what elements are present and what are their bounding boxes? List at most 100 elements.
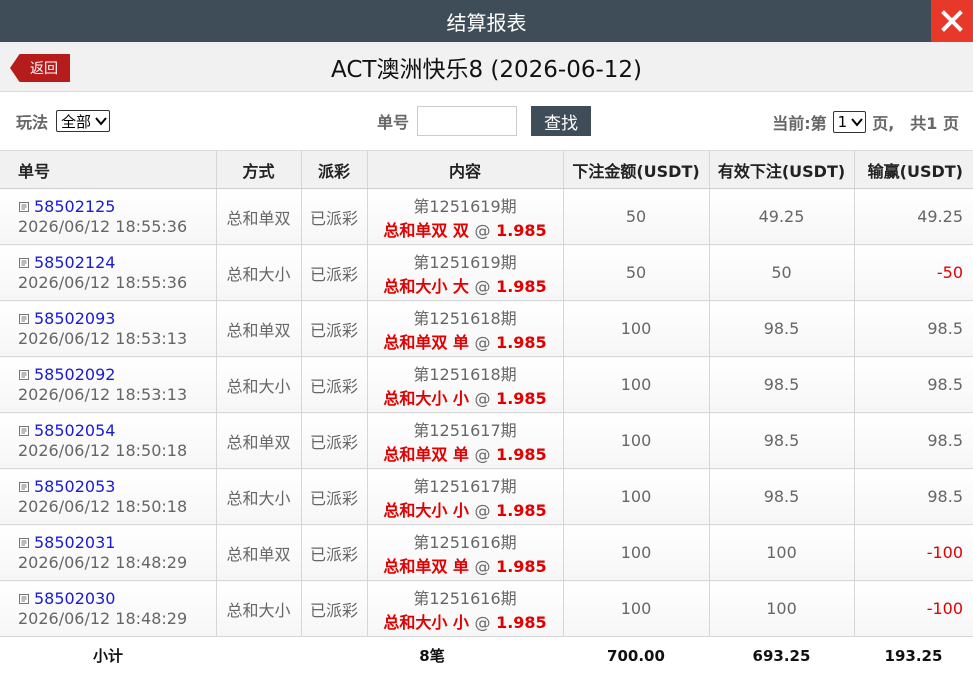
play-select-value: 全部 <box>61 112 92 131</box>
bet-amount-cell: 100 <box>563 300 710 357</box>
issue-number: 第1251617期 <box>413 420 517 440</box>
page-select[interactable]: 1 <box>832 111 867 133</box>
method-cell: 总和大小 <box>216 580 302 637</box>
method-cell: 总和单双 <box>216 524 302 581</box>
summary-amount: 700.00 <box>563 636 709 673</box>
bet-selection: 总和大小 小 <box>383 500 469 520</box>
play-filter: 玩法 全部 <box>16 109 111 133</box>
order-time: 2026/06/12 18:48:29 <box>18 609 188 628</box>
order-link[interactable]: 58502031 <box>18 533 216 552</box>
issue-number: 第1251616期 <box>413 588 517 608</box>
payout-status-cell: 已派彩 <box>301 412 368 469</box>
bet-amount-cell: 100 <box>563 468 710 525</box>
search-button[interactable]: 查找 <box>531 106 592 136</box>
order-time: 2026/06/12 18:50:18 <box>18 497 188 516</box>
payout-status-cell: 已派彩 <box>301 580 368 637</box>
method-cell: 总和单双 <box>216 188 302 245</box>
order-link[interactable]: 58502124 <box>18 253 216 272</box>
order-time: 2026/06/12 18:50:18 <box>18 441 188 460</box>
column-header-win-loss: 输赢(USDT) <box>854 150 973 189</box>
page-select-value: 1 <box>837 113 848 131</box>
odds-at: @ <box>474 500 491 520</box>
total-pages-label: 共1 页 <box>910 114 959 133</box>
order-time: 2026/06/12 18:53:13 <box>18 385 188 404</box>
back-button[interactable]: 返回 <box>10 54 70 82</box>
payout-status-cell: 已派彩 <box>301 300 368 357</box>
order-cell: 58502030 2026/06/12 18:48:29 <box>0 580 217 637</box>
current-page-label: 当前:第 <box>772 114 827 133</box>
order-link[interactable]: 58502092 <box>18 365 216 384</box>
order-link[interactable]: 58502030 <box>18 589 216 608</box>
odds-value: 1.985 <box>496 332 547 352</box>
valid-bet-cell: 98.5 <box>709 468 855 525</box>
content-cell: 第1251618期 总和大小 小 @ 1.985 <box>367 356 564 413</box>
payout-status-cell: 已派彩 <box>301 524 368 581</box>
content-cell: 第1251616期 总和单双 单 @ 1.985 <box>367 524 564 581</box>
issue-number: 第1251619期 <box>413 196 517 216</box>
order-time: 2026/06/12 18:55:36 <box>18 273 188 292</box>
order-search-label: 单号 <box>377 113 410 132</box>
method-cell: 总和大小 <box>216 356 302 413</box>
order-id: 58502093 <box>34 309 116 328</box>
bet-detail: 总和单双 单 @ 1.985 <box>368 553 563 577</box>
bet-amount-cell: 50 <box>563 188 710 245</box>
win-loss-cell: -100 <box>854 524 973 581</box>
settlement-report-window: 结算报表 返回 ACT澳洲快乐8 (2026-06-12) 玩法 全部 单号 查… <box>0 0 973 673</box>
order-cell: 58502125 2026/06/12 18:55:36 <box>0 188 217 245</box>
valid-bet-cell: 98.5 <box>709 300 855 357</box>
payout-status-cell: 已派彩 <box>301 244 368 301</box>
order-link[interactable]: 58502125 <box>18 197 216 216</box>
table-row: 58502031 2026/06/12 18:48:29 总和单双 已派彩 第12516… <box>0 524 973 581</box>
odds-at: @ <box>474 444 491 464</box>
document-icon <box>19 593 29 604</box>
page-unit-label: 页, <box>872 114 895 133</box>
column-header-order-id: 单号 <box>0 150 217 189</box>
report-table: 单号 方式 派彩 内容 下注金额(USDT) 有效下注(USDT) 输赢(USD… <box>0 150 973 673</box>
win-loss-cell: 98.5 <box>854 412 973 469</box>
content-cell: 第1251619期 总和单双 双 @ 1.985 <box>367 188 564 245</box>
order-id: 58502054 <box>34 421 116 440</box>
bet-selection: 总和单双 单 <box>383 332 469 352</box>
method-cell: 总和单双 <box>216 300 302 357</box>
order-number-input[interactable] <box>417 106 518 136</box>
order-id: 58502124 <box>34 253 116 272</box>
document-icon <box>19 369 29 380</box>
window-title: 结算报表 <box>446 10 527 35</box>
bet-amount-cell: 100 <box>563 356 710 413</box>
column-header-content: 内容 <box>367 150 564 189</box>
win-loss-cell: 98.5 <box>854 468 973 525</box>
table-row: 58502093 2026/06/12 18:53:13 总和单双 已派彩 第12516… <box>0 300 973 357</box>
content-cell: 第1251616期 总和大小 小 @ 1.985 <box>367 580 564 637</box>
content-cell: 第1251618期 总和单双 单 @ 1.985 <box>367 300 564 357</box>
order-id: 58502125 <box>34 197 116 216</box>
table-row: 58502053 2026/06/12 18:50:18 总和大小 已派彩 第12516… <box>0 468 973 525</box>
bet-detail: 总和大小 小 @ 1.985 <box>368 497 563 521</box>
order-id: 58502092 <box>34 365 116 384</box>
odds-value: 1.985 <box>496 556 547 576</box>
bet-selection: 总和大小 小 <box>383 612 469 632</box>
issue-number: 第1251618期 <box>413 364 517 384</box>
order-link[interactable]: 58502093 <box>18 309 216 328</box>
valid-bet-cell: 98.5 <box>709 412 855 469</box>
play-select[interactable]: 全部 <box>56 110 111 132</box>
bet-detail: 总和大小 小 @ 1.985 <box>368 385 563 409</box>
bet-detail: 总和单双 单 @ 1.985 <box>368 441 563 465</box>
odds-at: @ <box>474 556 491 576</box>
table-body: 58502125 2026/06/12 18:55:36 总和单双 已派彩 第12516… <box>0 188 973 637</box>
summary-valid: 693.25 <box>709 636 854 673</box>
bet-selection: 总和单双 单 <box>383 556 469 576</box>
win-loss-cell: 49.25 <box>854 188 973 245</box>
chevron-down-icon <box>95 117 107 126</box>
bet-detail: 总和大小 小 @ 1.985 <box>368 609 563 633</box>
bet-amount-cell: 100 <box>563 412 710 469</box>
column-header-bet-amount: 下注金额(USDT) <box>563 150 710 189</box>
order-link[interactable]: 58502054 <box>18 421 216 440</box>
odds-value: 1.985 <box>496 444 547 464</box>
filter-bar: 玩法 全部 单号 查找 当前:第 1 页, 共1 页 <box>0 92 973 150</box>
close-button[interactable] <box>931 0 973 42</box>
order-time: 2026/06/12 18:48:29 <box>18 553 188 572</box>
table-row: 58502125 2026/06/12 18:55:36 总和单双 已派彩 第12516… <box>0 188 973 245</box>
order-time: 2026/06/12 18:55:36 <box>18 217 188 236</box>
order-link[interactable]: 58502053 <box>18 477 216 496</box>
play-filter-label: 玩法 <box>16 113 49 132</box>
